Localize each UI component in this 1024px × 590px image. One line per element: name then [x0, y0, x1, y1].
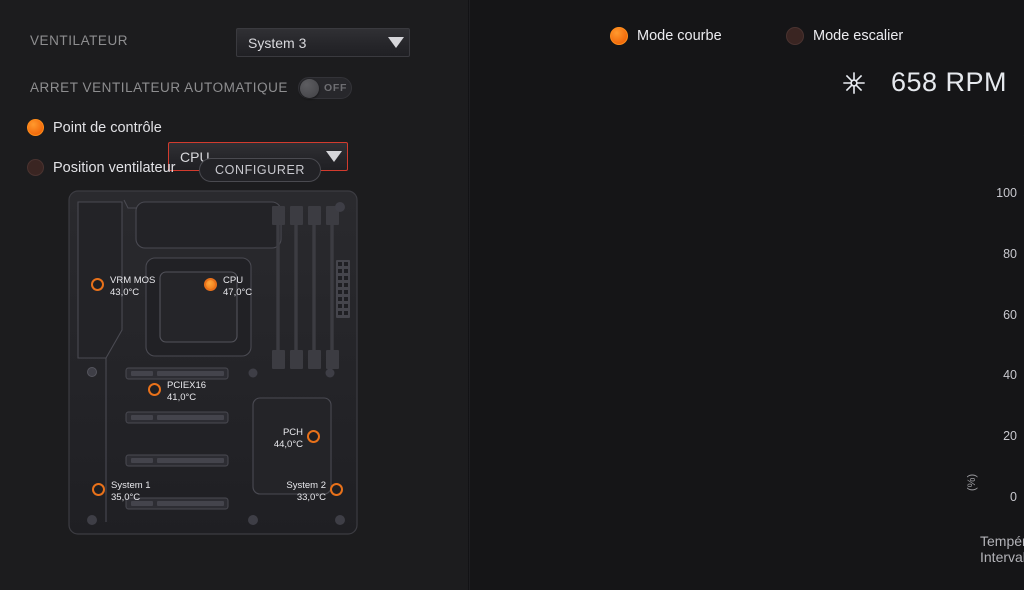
fan-snowflake-icon	[843, 71, 865, 94]
sensor-temp: 47,0°C	[223, 286, 253, 298]
motherboard-diagram: VRM MOS 43,0°C CPU 47,0°C PCIEX16 41,0°C…	[68, 190, 358, 535]
sensor-temp: 43,0°C	[110, 286, 140, 298]
temperature-interval-control: Température Intervalle ± 1	[980, 533, 1024, 565]
sensor-pciex16: PCIEX16 41,0°C	[167, 380, 206, 403]
y-axis-unit-label: (%)	[966, 473, 978, 491]
fan-control-screen: VENTILATEUR System 3 ARRET VENTILATEUR A…	[0, 0, 1024, 590]
fan-curve-chart[interactable]: (%) 020406080100 47°C, 12%	[966, 160, 1024, 520]
sensor-name: System 1	[111, 480, 151, 491]
sensor-dot-vrm-mos[interactable]	[91, 278, 104, 291]
auto-stop-toggle[interactable]: OFF	[298, 77, 352, 99]
mode-curve-label: Mode courbe	[637, 28, 722, 44]
fan-position-label: Position ventilateur	[53, 159, 176, 176]
sensor-name: System 2	[286, 480, 326, 491]
sensor-cpu: CPU 47,0°C	[223, 275, 252, 298]
auto-stop-label-text: ARRET VENTILATEUR AUTOMATIQUE	[30, 80, 288, 95]
sensor-name: PCH	[282, 427, 303, 438]
fan-select-value: System 3	[248, 34, 307, 51]
sensor-name: PCIEX16	[167, 380, 207, 391]
toggle-knob	[300, 78, 319, 98]
mode-curve-option[interactable]: Mode courbe	[610, 27, 786, 45]
sensor-temp: 44,0°C	[273, 438, 303, 450]
mode-curve-radio[interactable]	[610, 27, 628, 45]
fan-label-text: VENTILATEUR	[30, 33, 129, 48]
sensor-temp: 41,0°C	[167, 391, 197, 403]
sensor-system-2: System 2 33,0°C	[264, 480, 326, 503]
rpm-value: 658 RPM	[890, 67, 1007, 97]
sensor-dot-cpu[interactable]	[204, 278, 217, 291]
sensor-dot-pch[interactable]	[307, 430, 320, 443]
control-point-option[interactable]: Point de contrôle	[27, 119, 162, 136]
configure-button[interactable]: CONFIGURER	[199, 158, 322, 182]
mode-stair-radio[interactable]	[786, 27, 804, 45]
y-axis-label-80: 80	[1003, 246, 1017, 261]
y-axis: (%) 0 20 40 60 80 100	[966, 186, 1024, 504]
control-point-label: Point de contrôle	[53, 119, 162, 136]
chevron-down-icon[interactable]	[320, 143, 347, 170]
sensor-pch: PCH 44,0°C	[243, 427, 303, 450]
y-axis-label-40: 40	[1003, 368, 1017, 383]
sensor-dot-system-1[interactable]	[92, 483, 105, 496]
y-axis-label-20: 20	[1003, 429, 1017, 444]
sensor-name: VRM MOS	[110, 275, 156, 286]
fan-speed-readout: 658 RPM	[839, 67, 1007, 98]
sensor-dot-system-2[interactable]	[330, 483, 343, 496]
sensor-dot-pciex16[interactable]	[148, 383, 161, 396]
fan-select[interactable]: System 3	[236, 28, 410, 57]
sensor-system-1: System 1 35,0°C	[111, 480, 151, 503]
auto-stop-state: OFF	[324, 82, 348, 94]
sensor-temp: 35,0°C	[111, 491, 141, 503]
fan-position-radio[interactable]	[27, 159, 44, 176]
y-axis-label-100: 100	[996, 186, 1017, 200]
y-axis-label-60: 60	[1003, 307, 1017, 322]
mode-stair-label: Mode escalier	[813, 28, 904, 44]
chevron-down-icon[interactable]	[382, 29, 409, 56]
configure-button-label: CONFIGURER	[215, 163, 306, 177]
fan-settings-panel: VENTILATEUR System 3 ARRET VENTILATEUR A…	[0, 0, 470, 590]
mode-selector: Mode courbe Mode escalier	[610, 27, 903, 45]
mode-stair-option[interactable]: Mode escalier	[786, 27, 903, 45]
sensor-name: CPU	[223, 275, 244, 286]
fan-curve-panel: Mode courbe Mode escalier 658 RPM (°C) 0…	[470, 0, 1024, 590]
fan-label: VENTILATEUR	[30, 33, 128, 48]
control-point-radio[interactable]	[27, 119, 44, 136]
y-axis-label-0: 0	[1010, 490, 1017, 504]
fan-position-option[interactable]: Position ventilateur	[27, 159, 176, 176]
sensor-vrm-mos: VRM MOS 43,0°C	[110, 275, 155, 298]
auto-stop-label: ARRET VENTILATEUR AUTOMATIQUE	[30, 80, 288, 95]
slider-label: Température Intervalle	[980, 533, 1024, 565]
sensor-temp: 33,0°C	[296, 491, 326, 503]
